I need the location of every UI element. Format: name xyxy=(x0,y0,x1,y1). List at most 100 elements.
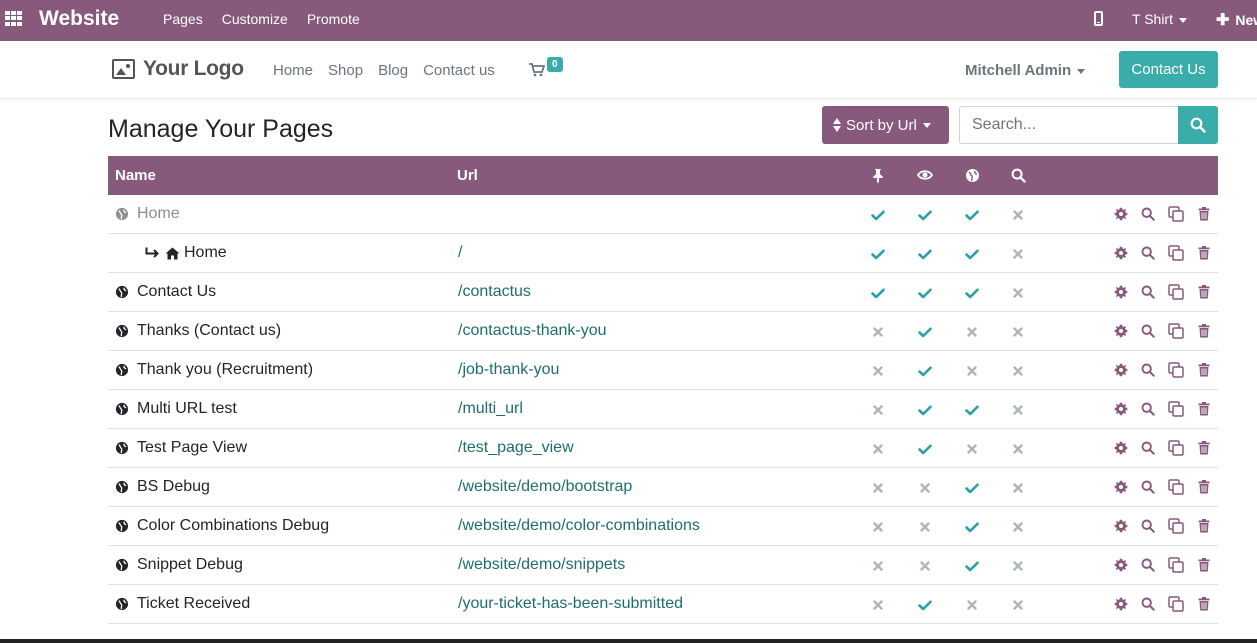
page-name-cell: Ticket Received xyxy=(115,595,250,613)
gear-icon[interactable] xyxy=(1113,284,1129,300)
trash-icon[interactable] xyxy=(1196,479,1212,495)
search-icon[interactable] xyxy=(1140,596,1156,612)
user-menu[interactable]: Mitchell Admin xyxy=(965,62,1086,79)
mobile-preview-icon[interactable] xyxy=(1094,11,1103,26)
page-url[interactable]: /website/demo/color-combinations xyxy=(458,517,700,535)
trash-icon[interactable] xyxy=(1196,362,1212,378)
search-icon[interactable] xyxy=(1140,479,1156,495)
search-icon[interactable] xyxy=(1140,440,1156,456)
gear-icon[interactable] xyxy=(1113,596,1129,612)
menu-pages[interactable]: Pages xyxy=(163,11,203,27)
clone-icon[interactable] xyxy=(1168,479,1184,495)
gear-icon[interactable] xyxy=(1113,362,1129,378)
sort-dropdown-button[interactable]: Sort by Url xyxy=(822,106,949,144)
clone-icon[interactable] xyxy=(1168,557,1184,573)
trash-icon[interactable] xyxy=(1196,323,1212,339)
trash-icon[interactable] xyxy=(1196,206,1212,222)
published-check-icon xyxy=(964,519,980,535)
page-name[interactable]: Color Combinations Debug xyxy=(137,517,329,535)
trash-icon[interactable] xyxy=(1196,401,1212,417)
gear-icon[interactable] xyxy=(1113,518,1129,534)
gear-icon[interactable] xyxy=(1113,401,1129,417)
clone-icon[interactable] xyxy=(1168,362,1184,378)
page-name[interactable]: Thank you (Recruitment) xyxy=(137,361,313,379)
search-button[interactable] xyxy=(1178,106,1218,144)
search-icon[interactable] xyxy=(1140,401,1156,417)
search-input[interactable] xyxy=(959,106,1178,144)
page-url[interactable]: /test_page_view xyxy=(458,439,574,457)
clone-icon[interactable] xyxy=(1168,284,1184,300)
contact-us-button[interactable]: Contact Us xyxy=(1119,51,1218,88)
page-url[interactable]: / xyxy=(458,244,462,262)
trash-icon[interactable] xyxy=(1196,284,1212,300)
trash-icon[interactable] xyxy=(1196,596,1212,612)
page-url[interactable]: /contactus xyxy=(458,283,531,301)
page-name[interactable]: Snippet Debug xyxy=(137,556,243,574)
search-icon xyxy=(1190,117,1206,133)
globe-icon xyxy=(964,167,980,183)
page-name[interactable]: Home xyxy=(184,244,227,262)
search-icon[interactable] xyxy=(1140,323,1156,339)
nav-shop[interactable]: Shop xyxy=(328,62,363,79)
search-icon[interactable] xyxy=(1140,557,1156,573)
page-name-cell: Color Combinations Debug xyxy=(115,517,329,535)
app-brand[interactable]: Website xyxy=(39,7,119,31)
menu-customize[interactable]: Customize xyxy=(222,11,288,27)
admin-topbar: Website Pages Customize Promote T Shirt … xyxy=(0,0,1257,41)
page-url[interactable]: /contactus-thank-you xyxy=(458,322,607,340)
clone-icon[interactable] xyxy=(1168,206,1184,222)
page-url[interactable]: /job-thank-you xyxy=(458,361,559,379)
gear-icon[interactable] xyxy=(1113,479,1129,495)
page-url[interactable]: /your-ticket-has-been-submitted xyxy=(458,595,683,613)
cart-icon[interactable] xyxy=(529,63,545,77)
trash-icon[interactable] xyxy=(1196,440,1212,456)
menu-promote[interactable]: Promote xyxy=(307,11,360,27)
pin-icon xyxy=(870,167,886,183)
pages-table: Name Url Home Home / Contact Us/contactus Th… xyxy=(108,156,1218,624)
new-content-button[interactable]: ✚ New xyxy=(1216,10,1257,30)
clone-icon[interactable] xyxy=(1168,401,1184,417)
trash-icon[interactable] xyxy=(1196,557,1212,573)
apps-menu-icon[interactable] xyxy=(5,11,22,26)
search-icon[interactable] xyxy=(1140,362,1156,378)
gear-icon[interactable] xyxy=(1113,206,1129,222)
nav-blog[interactable]: Blog xyxy=(378,62,408,79)
gear-icon[interactable] xyxy=(1113,557,1129,573)
page-name[interactable]: Contact Us xyxy=(137,283,216,301)
indexed-cross-icon xyxy=(1010,402,1026,418)
search-icon[interactable] xyxy=(1140,245,1156,261)
trash-icon[interactable] xyxy=(1196,518,1212,534)
search-icon[interactable] xyxy=(1140,206,1156,222)
clone-icon[interactable] xyxy=(1168,440,1184,456)
visible-cross-icon xyxy=(917,519,933,535)
pinned-check-icon xyxy=(870,285,886,301)
website-switcher[interactable]: T Shirt xyxy=(1132,11,1187,27)
indexed-cross-icon xyxy=(1010,519,1026,535)
page-name[interactable]: Thanks (Contact us) xyxy=(137,322,281,340)
column-url-header[interactable]: Url xyxy=(457,167,478,184)
clone-icon[interactable] xyxy=(1168,245,1184,261)
nav-contact[interactable]: Contact us xyxy=(423,62,495,79)
visible-check-icon xyxy=(917,402,933,418)
page-name[interactable]: Multi URL test xyxy=(137,400,237,418)
column-name-header[interactable]: Name xyxy=(115,167,156,184)
site-logo[interactable]: Your Logo xyxy=(112,57,244,81)
page-name[interactable]: Test Page View xyxy=(137,439,247,457)
clone-icon[interactable] xyxy=(1168,323,1184,339)
trash-icon[interactable] xyxy=(1196,245,1212,261)
page-url[interactable]: /website/demo/snippets xyxy=(458,556,625,574)
nav-home[interactable]: Home xyxy=(273,62,313,79)
page-url[interactable]: /website/demo/bootstrap xyxy=(458,478,632,496)
clone-icon[interactable] xyxy=(1168,596,1184,612)
clone-icon[interactable] xyxy=(1168,518,1184,534)
visible-check-icon xyxy=(917,441,933,457)
gear-icon[interactable] xyxy=(1113,440,1129,456)
search-icon[interactable] xyxy=(1140,518,1156,534)
gear-icon[interactable] xyxy=(1113,323,1129,339)
page-url[interactable]: /multi_url xyxy=(458,400,523,418)
gear-icon[interactable] xyxy=(1113,245,1129,261)
new-content-label: New xyxy=(1235,12,1257,28)
page-name[interactable]: Ticket Received xyxy=(137,595,250,613)
page-name[interactable]: BS Debug xyxy=(137,478,210,496)
search-icon[interactable] xyxy=(1140,284,1156,300)
